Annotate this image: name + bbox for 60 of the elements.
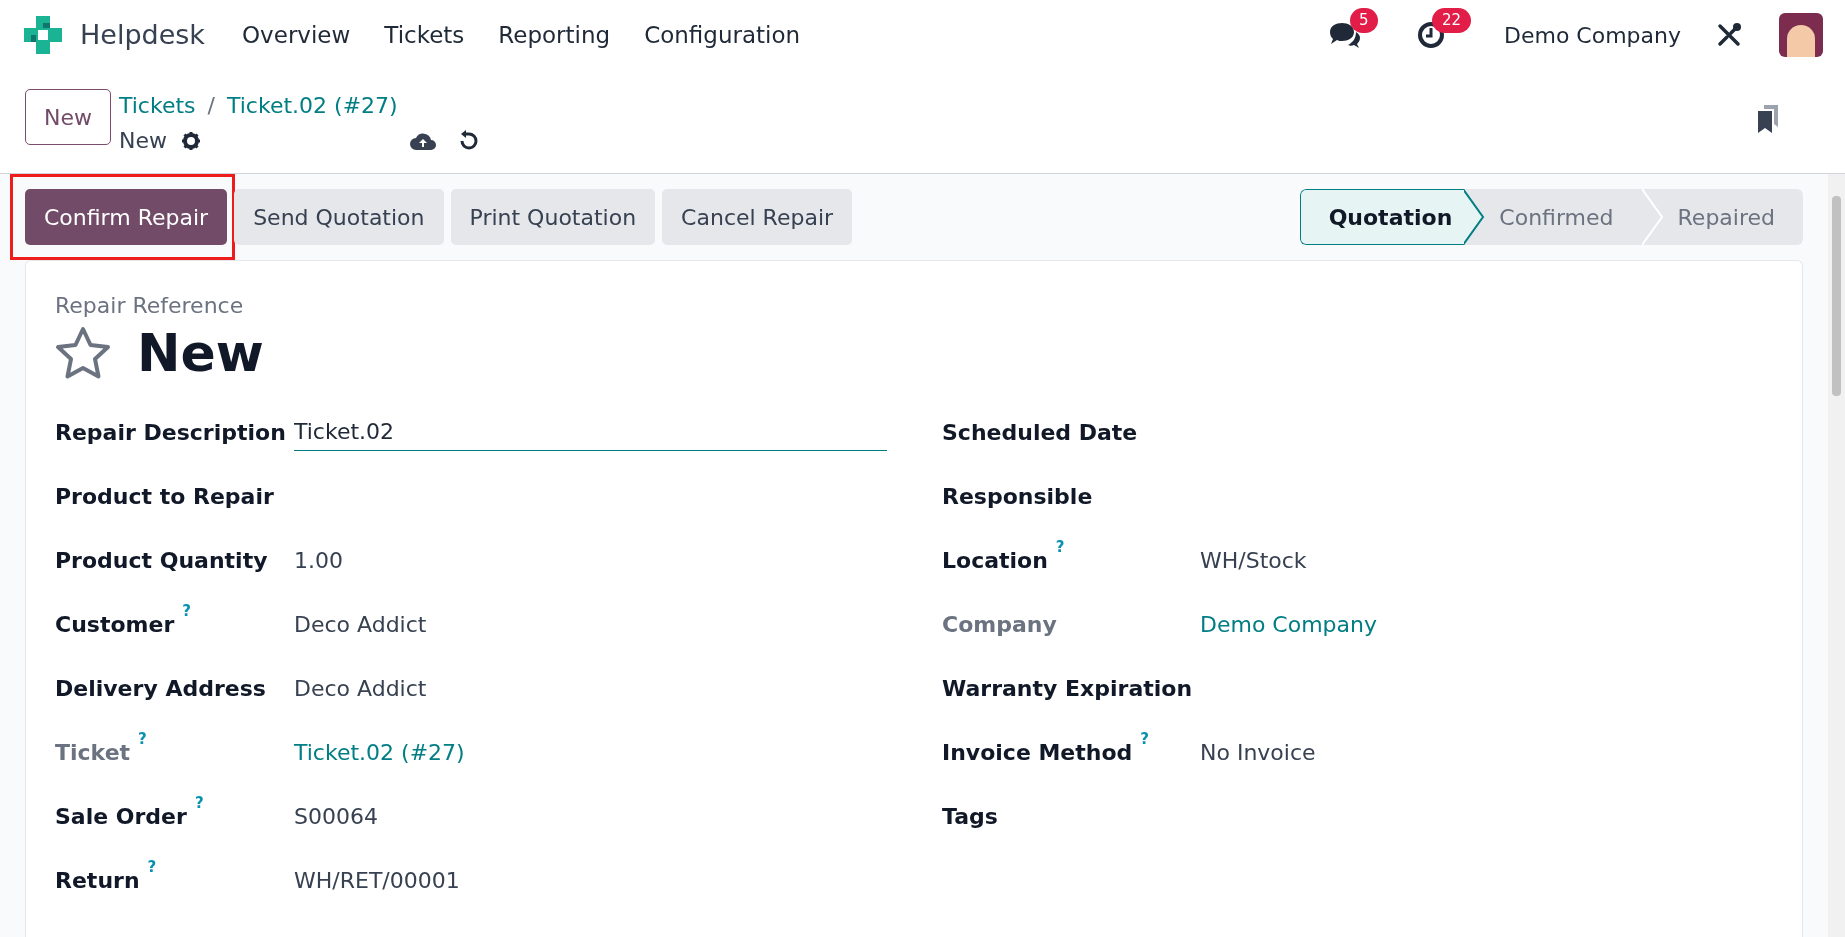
field-label: Company: [942, 610, 1057, 639]
action-button[interactable]: Confirm Repair: [25, 189, 228, 245]
field-label: Ticket: [55, 738, 131, 767]
field-link[interactable]: Ticket.02 (#27): [294, 735, 465, 769]
field-link[interactable]: Demo Company: [1200, 607, 1378, 641]
field-label: Responsible: [942, 482, 1093, 511]
field-value: WH/RET/00001: [294, 866, 460, 895]
help-tooltip[interactable]: ?: [194, 793, 204, 812]
field-label: Repair Reference: [55, 292, 245, 320]
field-value: S00064: [294, 802, 378, 831]
company-switcher[interactable]: Demo Company: [1503, 18, 1681, 52]
chat-bubbles-icon[interactable]: [1327, 20, 1362, 50]
help-tooltip[interactable]: ?: [1140, 729, 1150, 748]
field-label: Invoice Method: [942, 738, 1133, 767]
field-value: Deco Addict: [294, 674, 427, 703]
field-label: Delivery Address: [55, 674, 266, 703]
breadcrumb-link[interactable]: Tickets: [119, 89, 196, 122]
field-label: Warranty Expiration: [942, 674, 1193, 703]
help-tooltip[interactable]: ?: [147, 857, 157, 876]
help-tooltip[interactable]: ?: [138, 729, 147, 748]
status-stage[interactable]: Repaired: [1663, 189, 1803, 245]
help-tooltip[interactable]: ?: [1055, 537, 1065, 556]
nav-menu-item[interactable]: Tickets: [367, 17, 482, 53]
text-input-field[interactable]: Ticket.02: [294, 413, 887, 451]
new-button[interactable]: New: [25, 89, 111, 145]
message-count-badge: 5: [1349, 8, 1378, 33]
action-button[interactable]: Print Quotation: [450, 189, 656, 245]
field-label: Sale Order: [55, 802, 187, 831]
field-label: Tags: [942, 802, 998, 831]
field-value: No Invoice: [1200, 738, 1316, 767]
record-title: New: [137, 327, 264, 379]
field-label: Customer: [55, 610, 175, 639]
nav-menu-item[interactable]: Reporting: [481, 17, 628, 53]
record-name: New: [119, 127, 167, 155]
breadcrumb-separator: /: [207, 92, 215, 120]
user-avatar[interactable]: [1779, 13, 1823, 57]
nav-menu-item[interactable]: Overview: [225, 17, 368, 53]
nav-menu-item[interactable]: Configuration: [627, 17, 818, 53]
scrollbar[interactable]: [1828, 174, 1845, 937]
status-stage[interactable]: Confirmed: [1485, 189, 1642, 245]
settings-icon[interactable]: [181, 130, 201, 151]
field-label: Return: [55, 866, 140, 895]
field-label: Location: [942, 546, 1048, 575]
field-label: Repair Description: [55, 418, 286, 447]
field-label: Scheduled Date: [942, 418, 1138, 447]
activity-count-badge: 22: [1431, 8, 1472, 33]
app-logo-icon: [22, 14, 64, 56]
field-value: Deco Addict: [294, 610, 427, 639]
action-button[interactable]: Send Quotation: [234, 189, 444, 245]
field-label: Product Quantity: [55, 546, 268, 575]
action-button[interactable]: Cancel Repair: [662, 189, 853, 245]
field-value: WH/Stock: [1200, 546, 1307, 575]
field-value: 1.00: [294, 546, 343, 575]
bookmark-icon[interactable]: [1756, 103, 1780, 135]
stage-arrow-divider: [1463, 189, 1486, 245]
app-name[interactable]: Helpdesk: [80, 14, 205, 56]
breadcrumb-link[interactable]: Ticket.02 (#27): [227, 89, 398, 122]
field-label: Product to Repair: [55, 482, 274, 511]
star-icon[interactable]: [55, 326, 111, 380]
help-tooltip[interactable]: ?: [182, 601, 191, 620]
